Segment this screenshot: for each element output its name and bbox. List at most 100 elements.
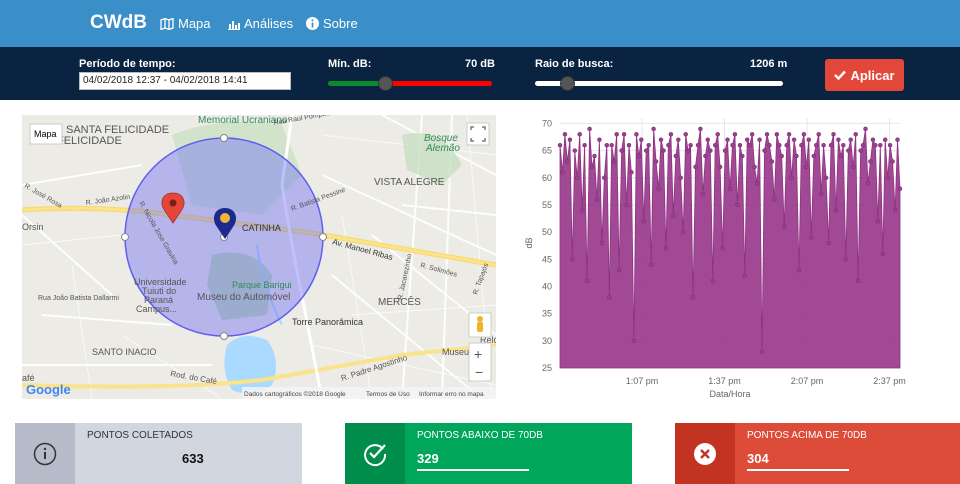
data-point xyxy=(831,132,836,137)
data-point xyxy=(789,175,794,181)
data-point xyxy=(737,142,743,148)
data-point xyxy=(611,159,617,164)
apply-button[interactable]: Aplicar xyxy=(825,59,904,91)
data-point xyxy=(685,148,691,153)
data-point xyxy=(811,153,817,159)
y-tick-label: 40 xyxy=(542,281,552,291)
apply-button-label: Aplicar xyxy=(850,67,895,83)
card-value: 633 xyxy=(182,451,204,466)
data-point xyxy=(703,153,708,159)
info-icon xyxy=(33,442,57,465)
map-type-label: Mapa xyxy=(34,129,57,139)
data-point xyxy=(597,137,602,142)
y-tick-label: 50 xyxy=(542,227,552,237)
y-tick-label: 55 xyxy=(542,200,552,210)
min-db-value: 70 dB xyxy=(465,58,495,70)
data-point xyxy=(828,142,834,148)
data-point xyxy=(698,126,703,132)
map-view[interactable]: SANTA FELICIDADE FELICIDADE Memorial Ucr… xyxy=(22,115,496,399)
data-point xyxy=(680,229,686,235)
brand-logo[interactable]: CWdB xyxy=(90,12,147,34)
nav-item-sobre[interactable]: Sobre xyxy=(306,16,358,31)
data-point xyxy=(717,164,723,170)
data-point xyxy=(656,186,661,191)
data-point xyxy=(806,137,812,142)
area-series xyxy=(559,128,901,369)
report-error-link[interactable]: Informar erro no mapa xyxy=(419,391,484,398)
data-point xyxy=(631,338,637,344)
data-point xyxy=(833,208,839,213)
data-point xyxy=(668,132,674,137)
data-point xyxy=(671,213,676,219)
data-point xyxy=(749,132,755,137)
nav-item-mapa[interactable]: Mapa xyxy=(160,16,211,31)
data-point xyxy=(762,148,767,153)
period-input[interactable]: 04/02/2018 12:37 - 04/02/2018 14:41 xyxy=(79,72,291,90)
progress-bar xyxy=(747,469,850,471)
card-value: 329 xyxy=(417,451,439,466)
data-point xyxy=(875,219,881,224)
card-title: PONTOS ACIMA DE 70DB xyxy=(747,430,867,441)
y-tick-label: 60 xyxy=(542,173,552,183)
data-point xyxy=(860,142,866,148)
data-point xyxy=(708,148,713,153)
data-point xyxy=(784,142,789,148)
terms-link[interactable]: Termos de Uso xyxy=(366,391,410,398)
data-point xyxy=(688,142,693,148)
data-point xyxy=(781,224,787,229)
data-point xyxy=(693,164,698,170)
map-label: Orsin xyxy=(22,222,44,232)
card-value: 304 xyxy=(747,451,769,466)
data-point xyxy=(885,175,890,181)
data-point xyxy=(562,132,568,137)
data-point xyxy=(626,142,632,148)
data-point xyxy=(818,191,824,197)
card-title: PONTOS COLETADOS xyxy=(87,430,193,441)
top-navbar: CWdB Mapa Análises Sobre xyxy=(0,0,960,47)
data-point xyxy=(653,159,659,164)
map-label: R. João Azolin xyxy=(85,194,130,207)
data-point xyxy=(592,153,597,159)
data-point xyxy=(754,180,760,186)
data-point xyxy=(777,142,782,148)
radius-value: 1206 m xyxy=(750,58,788,70)
zoom-out-button[interactable]: − xyxy=(475,364,483,380)
pegman-icon[interactable] xyxy=(477,316,483,322)
data-point xyxy=(850,164,856,170)
data-point xyxy=(897,186,903,191)
data-point xyxy=(887,142,893,148)
svg-text:Alemão: Alemão xyxy=(425,143,460,154)
data-point xyxy=(732,132,738,137)
map-label: Parque Barigui xyxy=(232,280,292,290)
map-label: Museu xyxy=(442,347,469,357)
data-point xyxy=(865,180,871,186)
y-tick-label: 25 xyxy=(542,363,552,373)
y-tick-label: 45 xyxy=(542,254,552,264)
data-point xyxy=(823,175,829,181)
data-point xyxy=(855,278,861,284)
info-icon xyxy=(306,17,319,30)
data-point xyxy=(634,132,639,137)
data-point xyxy=(641,219,647,224)
nav-item-analises[interactable]: Análises xyxy=(228,16,293,31)
fullscreen-button[interactable] xyxy=(466,122,490,146)
data-point xyxy=(619,148,624,153)
data-point xyxy=(616,267,622,273)
map-icon xyxy=(160,17,174,30)
data-point xyxy=(794,153,799,159)
data-point xyxy=(813,142,819,148)
data-point xyxy=(584,278,590,284)
data-point xyxy=(700,191,706,197)
data-point xyxy=(870,137,876,142)
check-icon xyxy=(834,70,847,80)
data-point xyxy=(868,159,873,164)
data-point xyxy=(744,137,750,142)
map-label: CATINHA xyxy=(242,223,281,233)
data-point xyxy=(722,148,728,153)
data-point xyxy=(594,197,600,202)
data-point xyxy=(779,153,784,159)
zoom-in-button[interactable]: + xyxy=(474,346,482,362)
data-point xyxy=(567,137,573,142)
data-point xyxy=(882,137,888,142)
data-point xyxy=(764,132,770,137)
